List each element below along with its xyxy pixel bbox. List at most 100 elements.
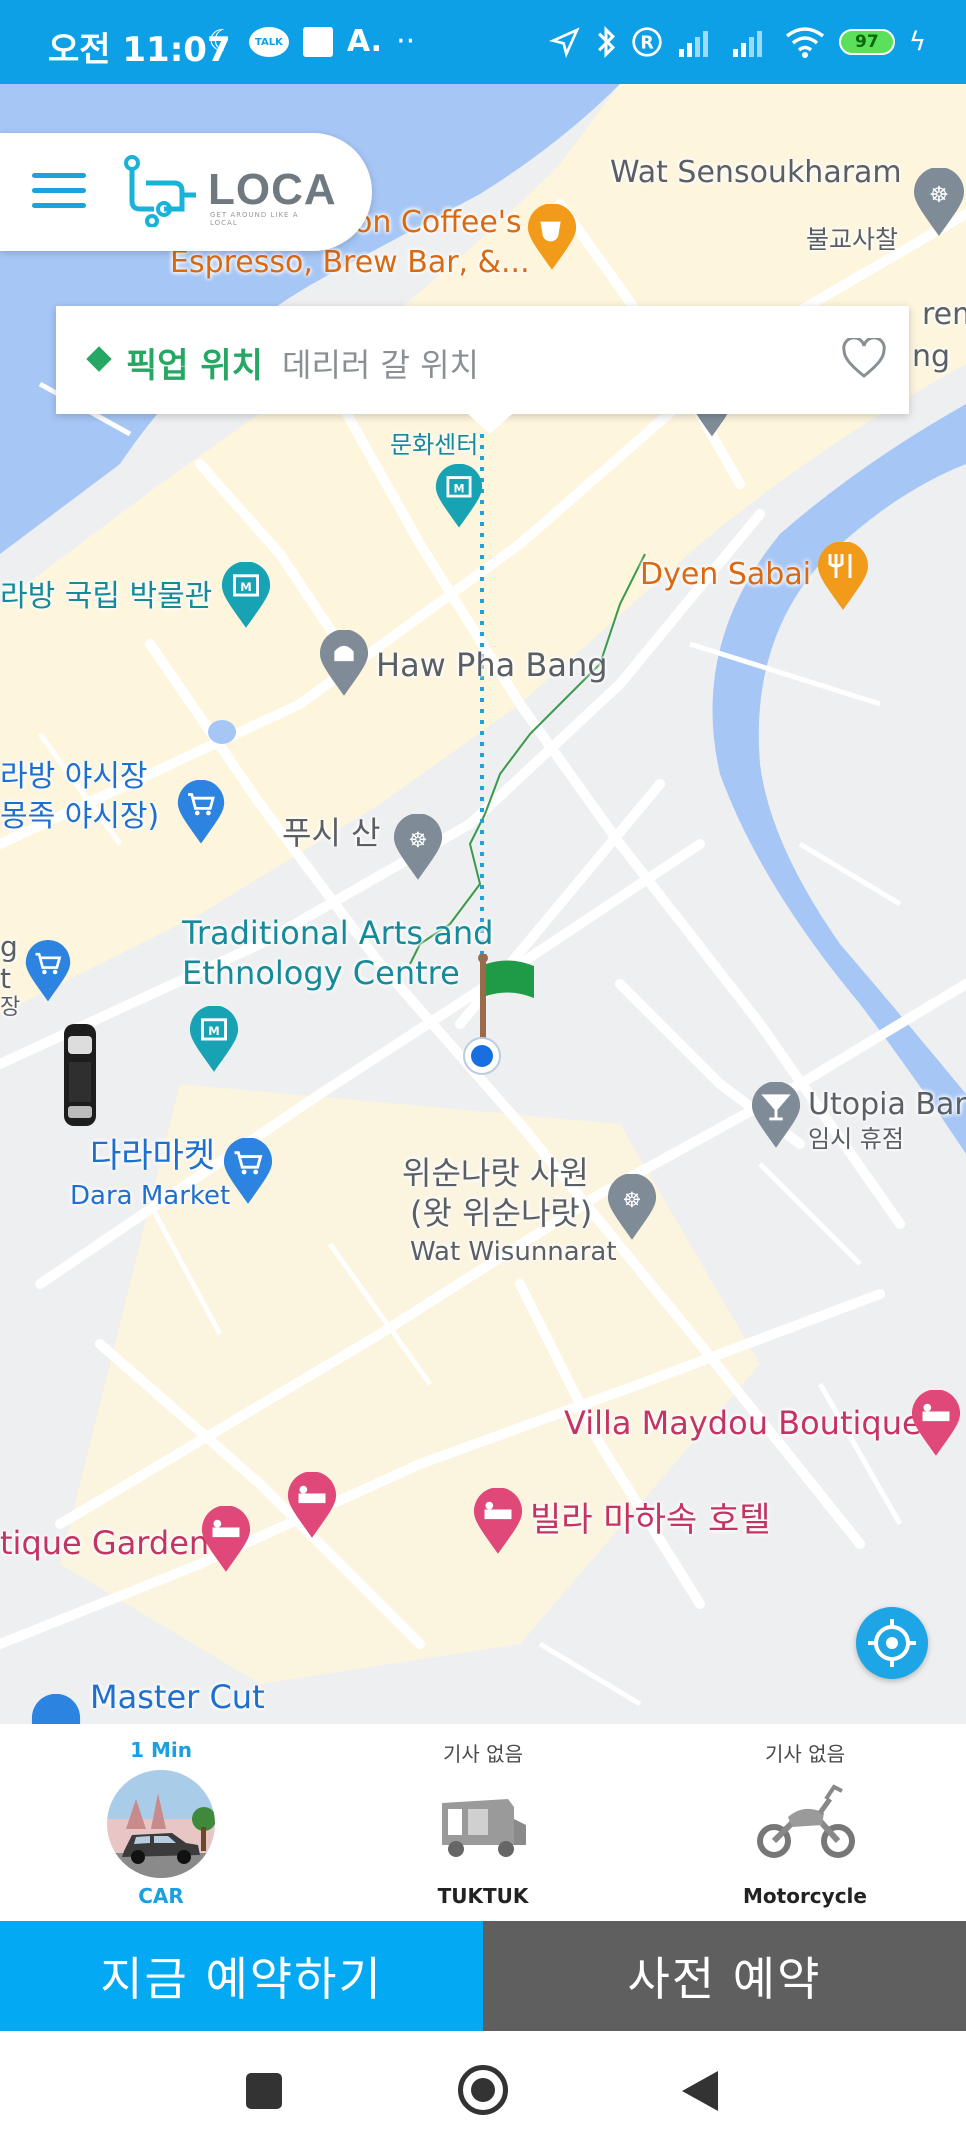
wifi-icon bbox=[785, 27, 824, 58]
loca-logo: LOCA GET AROUND LIKE A LOCAL bbox=[124, 155, 336, 227]
my-location-button[interactable] bbox=[856, 1607, 928, 1679]
status-time: 오전 11:07 bbox=[48, 30, 231, 70]
label-culture-center: 문화센터 bbox=[390, 431, 479, 459]
label-villa-maydou: Villa Maydou Boutique bbox=[564, 1404, 922, 1442]
back-icon[interactable] bbox=[682, 2071, 718, 2111]
home-icon[interactable] bbox=[458, 2065, 508, 2115]
label-wisunnarat-kr: 위순나랏 사원 bbox=[402, 1154, 589, 1192]
vehicle-eta: 기사 없음 bbox=[443, 1742, 523, 1766]
vehicle-option-tuktuk[interactable]: 기사 없음 TUKTUK bbox=[322, 1724, 644, 1922]
vehicle-selector: 1 Min CAR 기사 없음 TUKTUK 기사 없음 Motorcycle bbox=[0, 1724, 966, 1922]
favorite-heart-icon[interactable] bbox=[841, 338, 887, 380]
book-now-button[interactable]: 지금 예약하기 bbox=[0, 1921, 483, 2031]
motorcycle-icon bbox=[757, 1784, 855, 1858]
label-boutique-garden: tique Garden bbox=[0, 1524, 210, 1562]
more-dots-icon: ·· bbox=[396, 24, 416, 59]
temple-pin-icon[interactable] bbox=[318, 630, 370, 698]
label-edge-ng: ng bbox=[912, 339, 951, 374]
svg-text:☸: ☸ bbox=[409, 827, 428, 852]
menu-bar bbox=[32, 173, 86, 178]
museum-pin-icon[interactable]: M bbox=[188, 1006, 240, 1074]
charging-icon: ϟ bbox=[908, 27, 926, 57]
logo-text: LOCA bbox=[208, 165, 337, 214]
vehicle-option-motorcycle[interactable]: 기사 없음 Motorcycle bbox=[644, 1724, 966, 1922]
label-left-g: g bbox=[0, 930, 18, 963]
signal-icon bbox=[678, 31, 708, 57]
label-national-museum: 라방 국립 박물관 bbox=[0, 579, 213, 614]
logo-tagline: GET AROUND LIKE A LOCAL bbox=[210, 211, 299, 227]
vehicle-eta: 기사 없음 bbox=[765, 1742, 845, 1766]
museum-pin-icon[interactable]: M bbox=[220, 562, 272, 630]
pickup-diamond-icon bbox=[86, 346, 112, 372]
temple-pin-icon[interactable]: ☸ bbox=[392, 814, 444, 882]
label-dyen-sabai: Dyen Sabai bbox=[640, 557, 812, 592]
registered-icon: R bbox=[632, 27, 662, 57]
pickup-label: 픽업 위치 bbox=[126, 346, 263, 386]
label-tae-line2: Ethnology Centre bbox=[182, 954, 460, 992]
label-dara-market-kr: 다라마켓 bbox=[90, 1136, 216, 1176]
temple-pin-icon[interactable]: ☸ bbox=[606, 1174, 658, 1242]
svg-text:☸: ☸ bbox=[929, 183, 949, 208]
label-utopia-bar: Utopia Bar bbox=[808, 1087, 966, 1122]
label-utopia-status: 임시 휴점 bbox=[808, 1125, 904, 1153]
svg-text:☸: ☸ bbox=[623, 1187, 642, 1212]
loca-logo-mark-icon bbox=[124, 155, 196, 227]
app-header: LOCA GET AROUND LIKE A LOCAL bbox=[0, 133, 372, 251]
museum-pin-icon[interactable]: M bbox=[434, 464, 484, 530]
cafe-pin-icon[interactable] bbox=[526, 204, 578, 272]
menu-bar bbox=[32, 188, 86, 193]
hamburger-menu-button[interactable] bbox=[32, 173, 86, 213]
svg-text:M: M bbox=[240, 580, 252, 594]
moon-icon: ☾ bbox=[208, 24, 235, 59]
label-tae-line1: Traditional Arts and bbox=[182, 914, 494, 952]
status-right-icons: R 97 ϟ bbox=[548, 22, 926, 62]
status-left-icons: ☾ TALK A. ·· bbox=[208, 22, 415, 62]
vehicle-name: Motorcycle bbox=[743, 1884, 867, 1908]
current-location-icon bbox=[463, 1037, 501, 1075]
label-night-market: 라방 야시장 bbox=[0, 759, 148, 794]
vehicle-option-car[interactable]: 1 Min CAR bbox=[0, 1724, 322, 1922]
taxi-car-icon bbox=[64, 1024, 96, 1126]
label-buddhist-temple: 불교사찰 bbox=[806, 225, 899, 254]
label-left-t: t bbox=[0, 962, 11, 995]
bluetooth-icon bbox=[597, 25, 615, 59]
hotel-pin-icon[interactable] bbox=[910, 1390, 962, 1458]
vehicle-name: TUKTUK bbox=[437, 1884, 529, 1908]
battery-icon: 97 bbox=[838, 29, 895, 55]
svg-text:M: M bbox=[453, 482, 464, 495]
shopping-pin-icon[interactable] bbox=[176, 780, 226, 846]
location-arrow-icon bbox=[548, 27, 580, 58]
label-wisunnarat-en: Wat Wisunnarat bbox=[410, 1237, 617, 1267]
hotel-pin-icon[interactable] bbox=[286, 1472, 338, 1540]
bar-pin-icon[interactable] bbox=[750, 1082, 802, 1150]
status-bar: 오전 11:07 ☾ TALK A. ·· R 97 ϟ bbox=[0, 0, 966, 84]
android-nav-bar bbox=[0, 2031, 966, 2147]
label-dara-market-en: Dara Market bbox=[70, 1181, 231, 1211]
vehicle-eta: 1 Min bbox=[130, 1738, 192, 1762]
shopping-pin-icon[interactable] bbox=[24, 940, 72, 1004]
label-villa-mahasok: 빌라 마하속 호텔 bbox=[530, 1500, 771, 1540]
book-advance-button[interactable]: 사전 예약 bbox=[483, 1921, 966, 2031]
restaurant-pin-icon[interactable] bbox=[816, 542, 870, 612]
svg-text:R: R bbox=[640, 34, 653, 54]
tuktuk-icon bbox=[442, 1799, 526, 1857]
menu-bar bbox=[32, 203, 86, 208]
label-wisunnarat-kr2: (왓 위순나랏) bbox=[410, 1194, 593, 1232]
label-wat-sensoukharam: Wat Sensoukharam bbox=[610, 155, 902, 190]
pickup-location-card[interactable]: 픽업 위치 데리러 갈 위치 bbox=[56, 306, 909, 434]
car-icon bbox=[107, 1770, 215, 1878]
temple-pin-icon[interactable]: ☸ bbox=[912, 168, 966, 238]
kakaotalk-icon: TALK bbox=[248, 27, 289, 57]
label-night-market-2: 몽족 야시장) bbox=[0, 799, 160, 834]
hotel-pin-icon[interactable] bbox=[472, 1488, 524, 1556]
recent-apps-icon[interactable] bbox=[246, 2073, 282, 2109]
hotel-pin-icon[interactable] bbox=[200, 1506, 252, 1574]
signal-icon bbox=[732, 31, 762, 57]
label-edge-reme: reme bbox=[922, 297, 966, 332]
crosshair-icon bbox=[868, 1619, 916, 1667]
square-icon bbox=[302, 27, 333, 57]
salon-pin-icon[interactable] bbox=[30, 1694, 82, 1724]
svg-text:M: M bbox=[208, 1024, 220, 1038]
pickup-input[interactable]: 데리러 갈 위치 bbox=[282, 340, 479, 386]
label-haw-pha-bang: Haw Pha Bang bbox=[376, 646, 608, 684]
